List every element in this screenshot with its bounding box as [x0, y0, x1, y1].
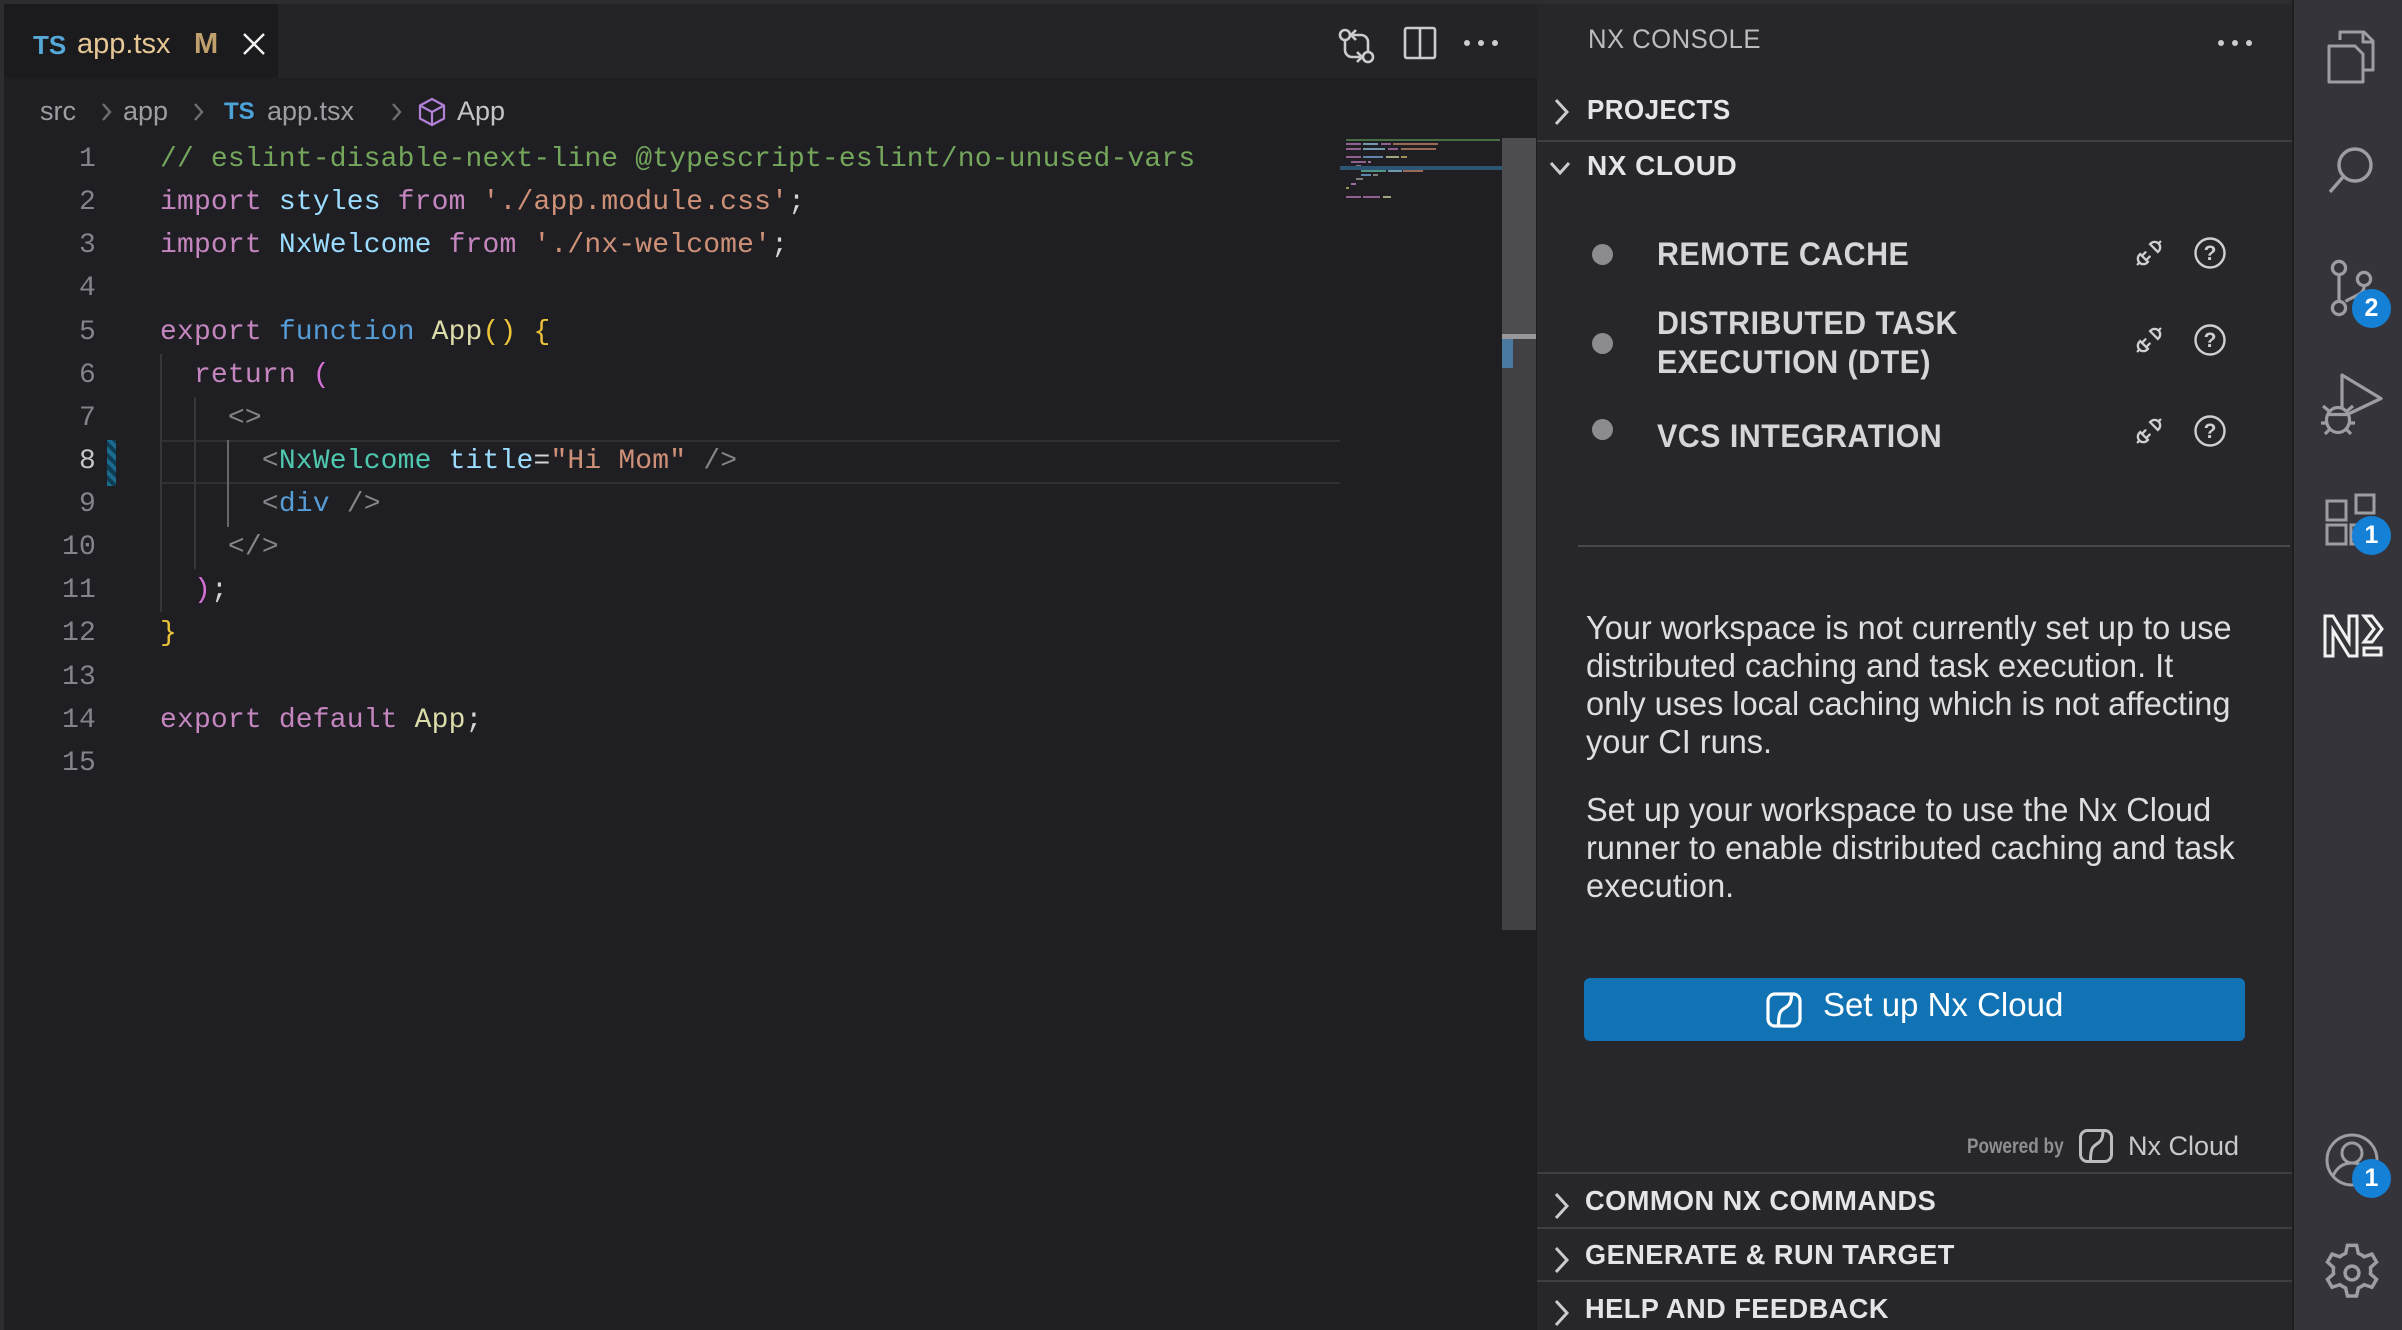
svg-text:?: ?: [2204, 420, 2217, 443]
svg-text:?: ?: [2204, 329, 2217, 352]
svg-text:?: ?: [2204, 242, 2217, 265]
